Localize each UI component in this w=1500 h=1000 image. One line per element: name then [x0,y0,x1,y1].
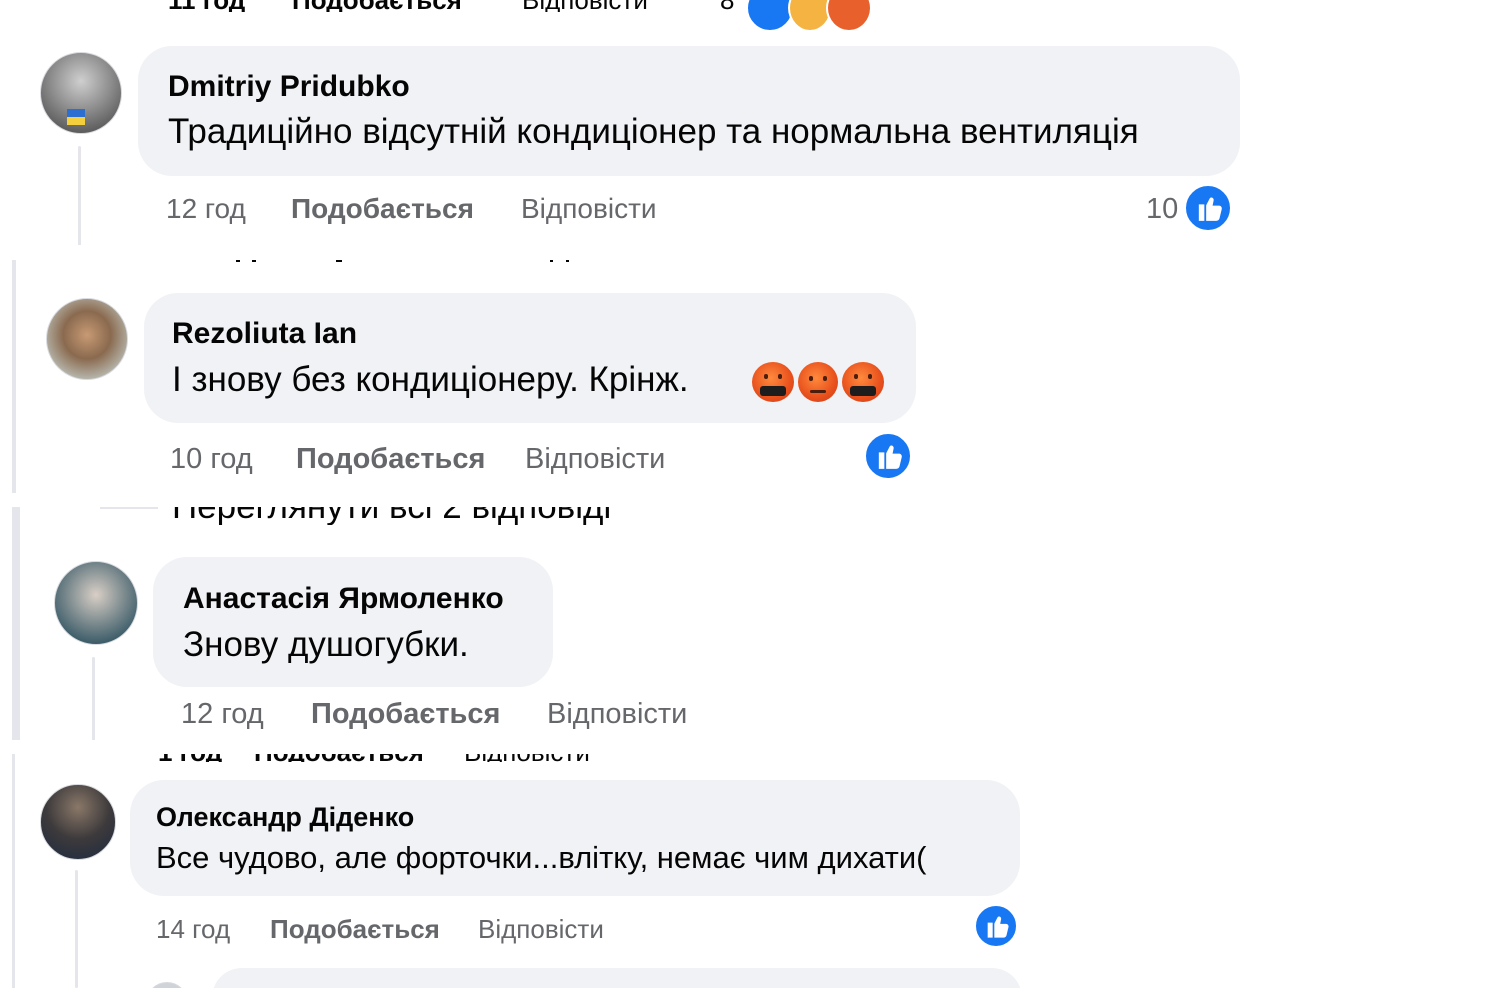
comment-bubble [138,46,1240,176]
like-action[interactable]: Подобається [296,443,485,476]
reaction-count[interactable]: 10 [1146,193,1178,226]
comment-time: 11 год [168,0,245,12]
view-replies-link[interactable]: Переглянути всі 2 відповіді [172,507,611,525]
face-with-symbols-on-mouth-icon [752,362,794,402]
comment-text: Знову душогубки. [183,625,469,664]
reply-action[interactable]: Відповісти [547,698,687,731]
comment-text: Все чудово, але форточки...влітку, немає… [156,840,927,875]
face-with-symbols-on-mouth-icon [842,362,884,402]
reaction-count: 8 [720,0,734,12]
comment-time[interactable]: 12 год [166,193,246,225]
reply-action[interactable]: Відповісти [522,0,648,12]
thread-line [78,146,81,245]
comment-time[interactable]: 12 год [181,698,264,731]
comment-text: І знову без кондиціонеру. Крінж. [172,360,689,399]
reply-action[interactable]: Відповісти [525,443,665,476]
like-action[interactable]: Подобається [292,0,462,12]
reply-action: Відповісти [464,754,590,762]
reply-action[interactable]: Відповісти [478,914,604,945]
avatar[interactable] [54,561,138,645]
comment-author[interactable]: Олександр Діденко [156,802,414,833]
angry-reaction-icon [826,0,872,32]
avatar[interactable] [46,298,128,380]
comment-text: Традиційно відсутній кондиціонер та норм… [168,112,1139,151]
comment-bubble [212,968,1022,988]
thread-line [75,870,78,988]
thread-line [92,657,95,740]
reply-action[interactable]: Відповісти [521,193,657,225]
comment-author[interactable]: Анастасія Ярмоленко [183,582,504,616]
comment-segment: Переглянути всі 2 відповіді Анастасія Яр… [0,507,1500,740]
avatar[interactable] [40,784,116,860]
comment-time[interactable]: 14 год [156,914,230,945]
like-reaction-icon[interactable] [1184,184,1232,232]
comment-time[interactable]: 10 год [170,443,253,476]
like-reaction-icon[interactable] [864,432,912,480]
flag-icon [67,109,85,117]
comment-time: 1 год [158,754,222,762]
comment-bubble [130,780,1020,896]
like-action[interactable]: Подобається [270,914,440,945]
like-reaction-icon [746,0,794,32]
comment-segment: 11 год Подобається Відповісти 8 Dmitriy … [0,0,1500,245]
avatar[interactable] [40,52,122,134]
comment-segment: Rezoliuta Ian І знову без кондиціонеру. … [0,260,1500,493]
comment-bubble [153,557,553,687]
comment-author[interactable]: Dmitriy Pridubko [168,70,410,104]
enraged-face-icon [798,362,838,402]
comment-bubble [144,293,916,423]
comment-segment: 1 год Подобається Відповісти Олександр Д… [0,754,1500,988]
like-action: Подобається [254,754,424,762]
comment-author[interactable]: Rezoliuta Ian [172,317,357,351]
like-action[interactable]: Подобається [311,698,500,731]
avatar[interactable] [146,982,188,988]
like-action[interactable]: Подобається [291,193,474,225]
like-reaction-icon[interactable] [974,904,1018,948]
